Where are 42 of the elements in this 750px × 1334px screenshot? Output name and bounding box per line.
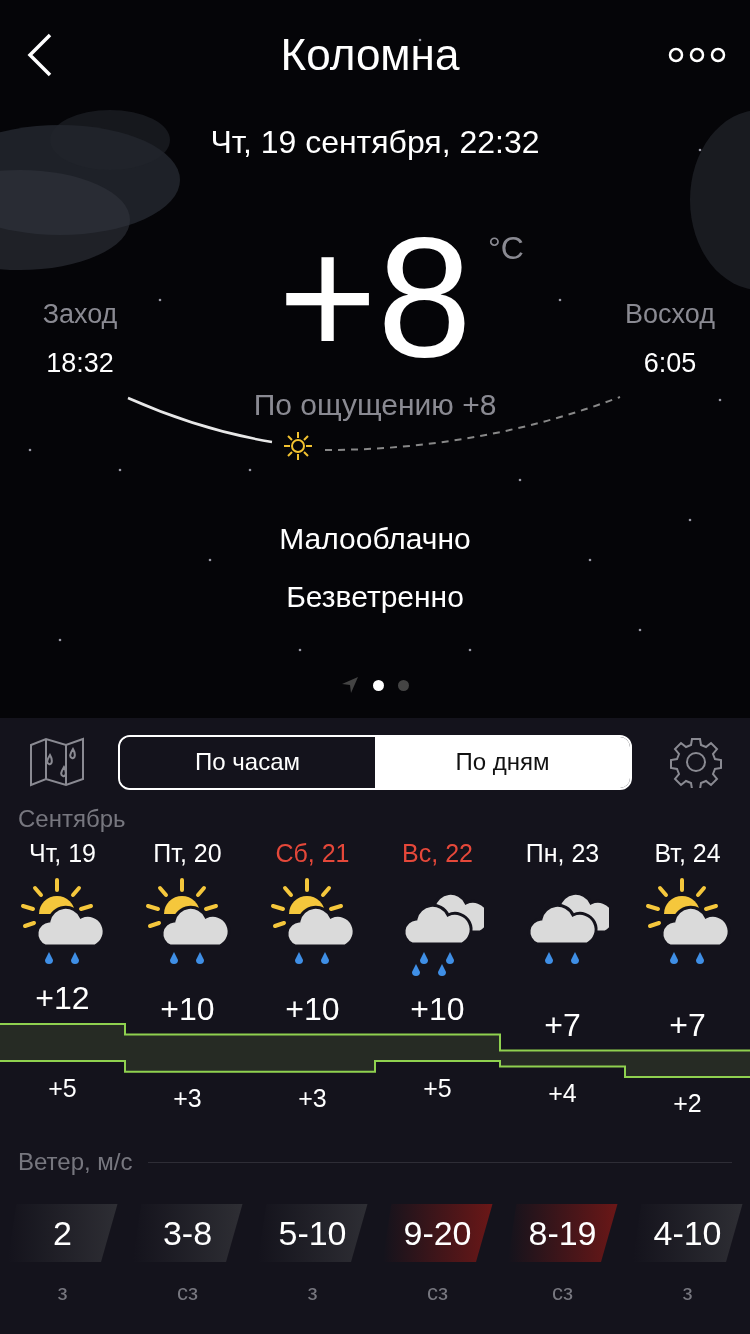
unit-label: °C (488, 229, 524, 268)
more-icon (668, 47, 726, 63)
temperature: +8 (278, 212, 472, 382)
low-temperature: +2 (672, 1091, 703, 1117)
high-temperature: +12 (34, 982, 91, 1015)
wind-description: Безветренно (285, 579, 465, 615)
low-temperature: +5 (422, 1075, 453, 1101)
high-temperature: +10 (409, 993, 466, 1025)
wind-direction: сз (551, 1279, 574, 1307)
date-time: Чт, 19 сентября, 22:32 (209, 123, 541, 162)
city-title: Коломна (280, 33, 460, 77)
wind-direction: з (57, 1279, 68, 1307)
day-label: Пт, 20 (153, 838, 222, 868)
wind-title: Ветер, м/с (18, 1147, 133, 1177)
low-temperature: +3 (297, 1086, 328, 1112)
high-temperature: +10 (284, 993, 341, 1025)
day-label: Чт, 19 (28, 838, 96, 868)
day-label: Вт, 24 (654, 838, 721, 868)
map-icon[interactable] (28, 737, 86, 787)
day-label: Вс, 22 (402, 838, 473, 868)
low-temperature: +5 (47, 1075, 78, 1101)
wind-direction: з (307, 1279, 318, 1307)
low-temperature: +4 (547, 1080, 578, 1106)
high-temperature: +7 (543, 1008, 582, 1041)
sunset-label: Заход (41, 298, 119, 331)
high-temperature: +7 (668, 1008, 707, 1041)
sun-icon (283, 431, 313, 461)
sunrise-time: 6:05 (642, 346, 698, 380)
wind-direction: сз (176, 1279, 199, 1307)
settings-icon[interactable] (670, 736, 722, 788)
feels-like: По ощущению +8 (253, 387, 497, 423)
sunrise-label: Восход (624, 298, 716, 331)
month-label: Сентябрь (17, 804, 127, 834)
sunset-time: 18:32 (45, 346, 115, 380)
condition: Малооблачно (278, 521, 472, 557)
high-temperature: +10 (159, 993, 216, 1025)
wind-direction: сз (426, 1279, 449, 1307)
low-temperature: +3 (172, 1086, 203, 1112)
tab[interactable]: По дням (375, 736, 630, 788)
day-label: Пн, 23 (525, 838, 600, 868)
day-label: Сб, 21 (275, 838, 350, 868)
wind-direction: з (682, 1279, 693, 1307)
